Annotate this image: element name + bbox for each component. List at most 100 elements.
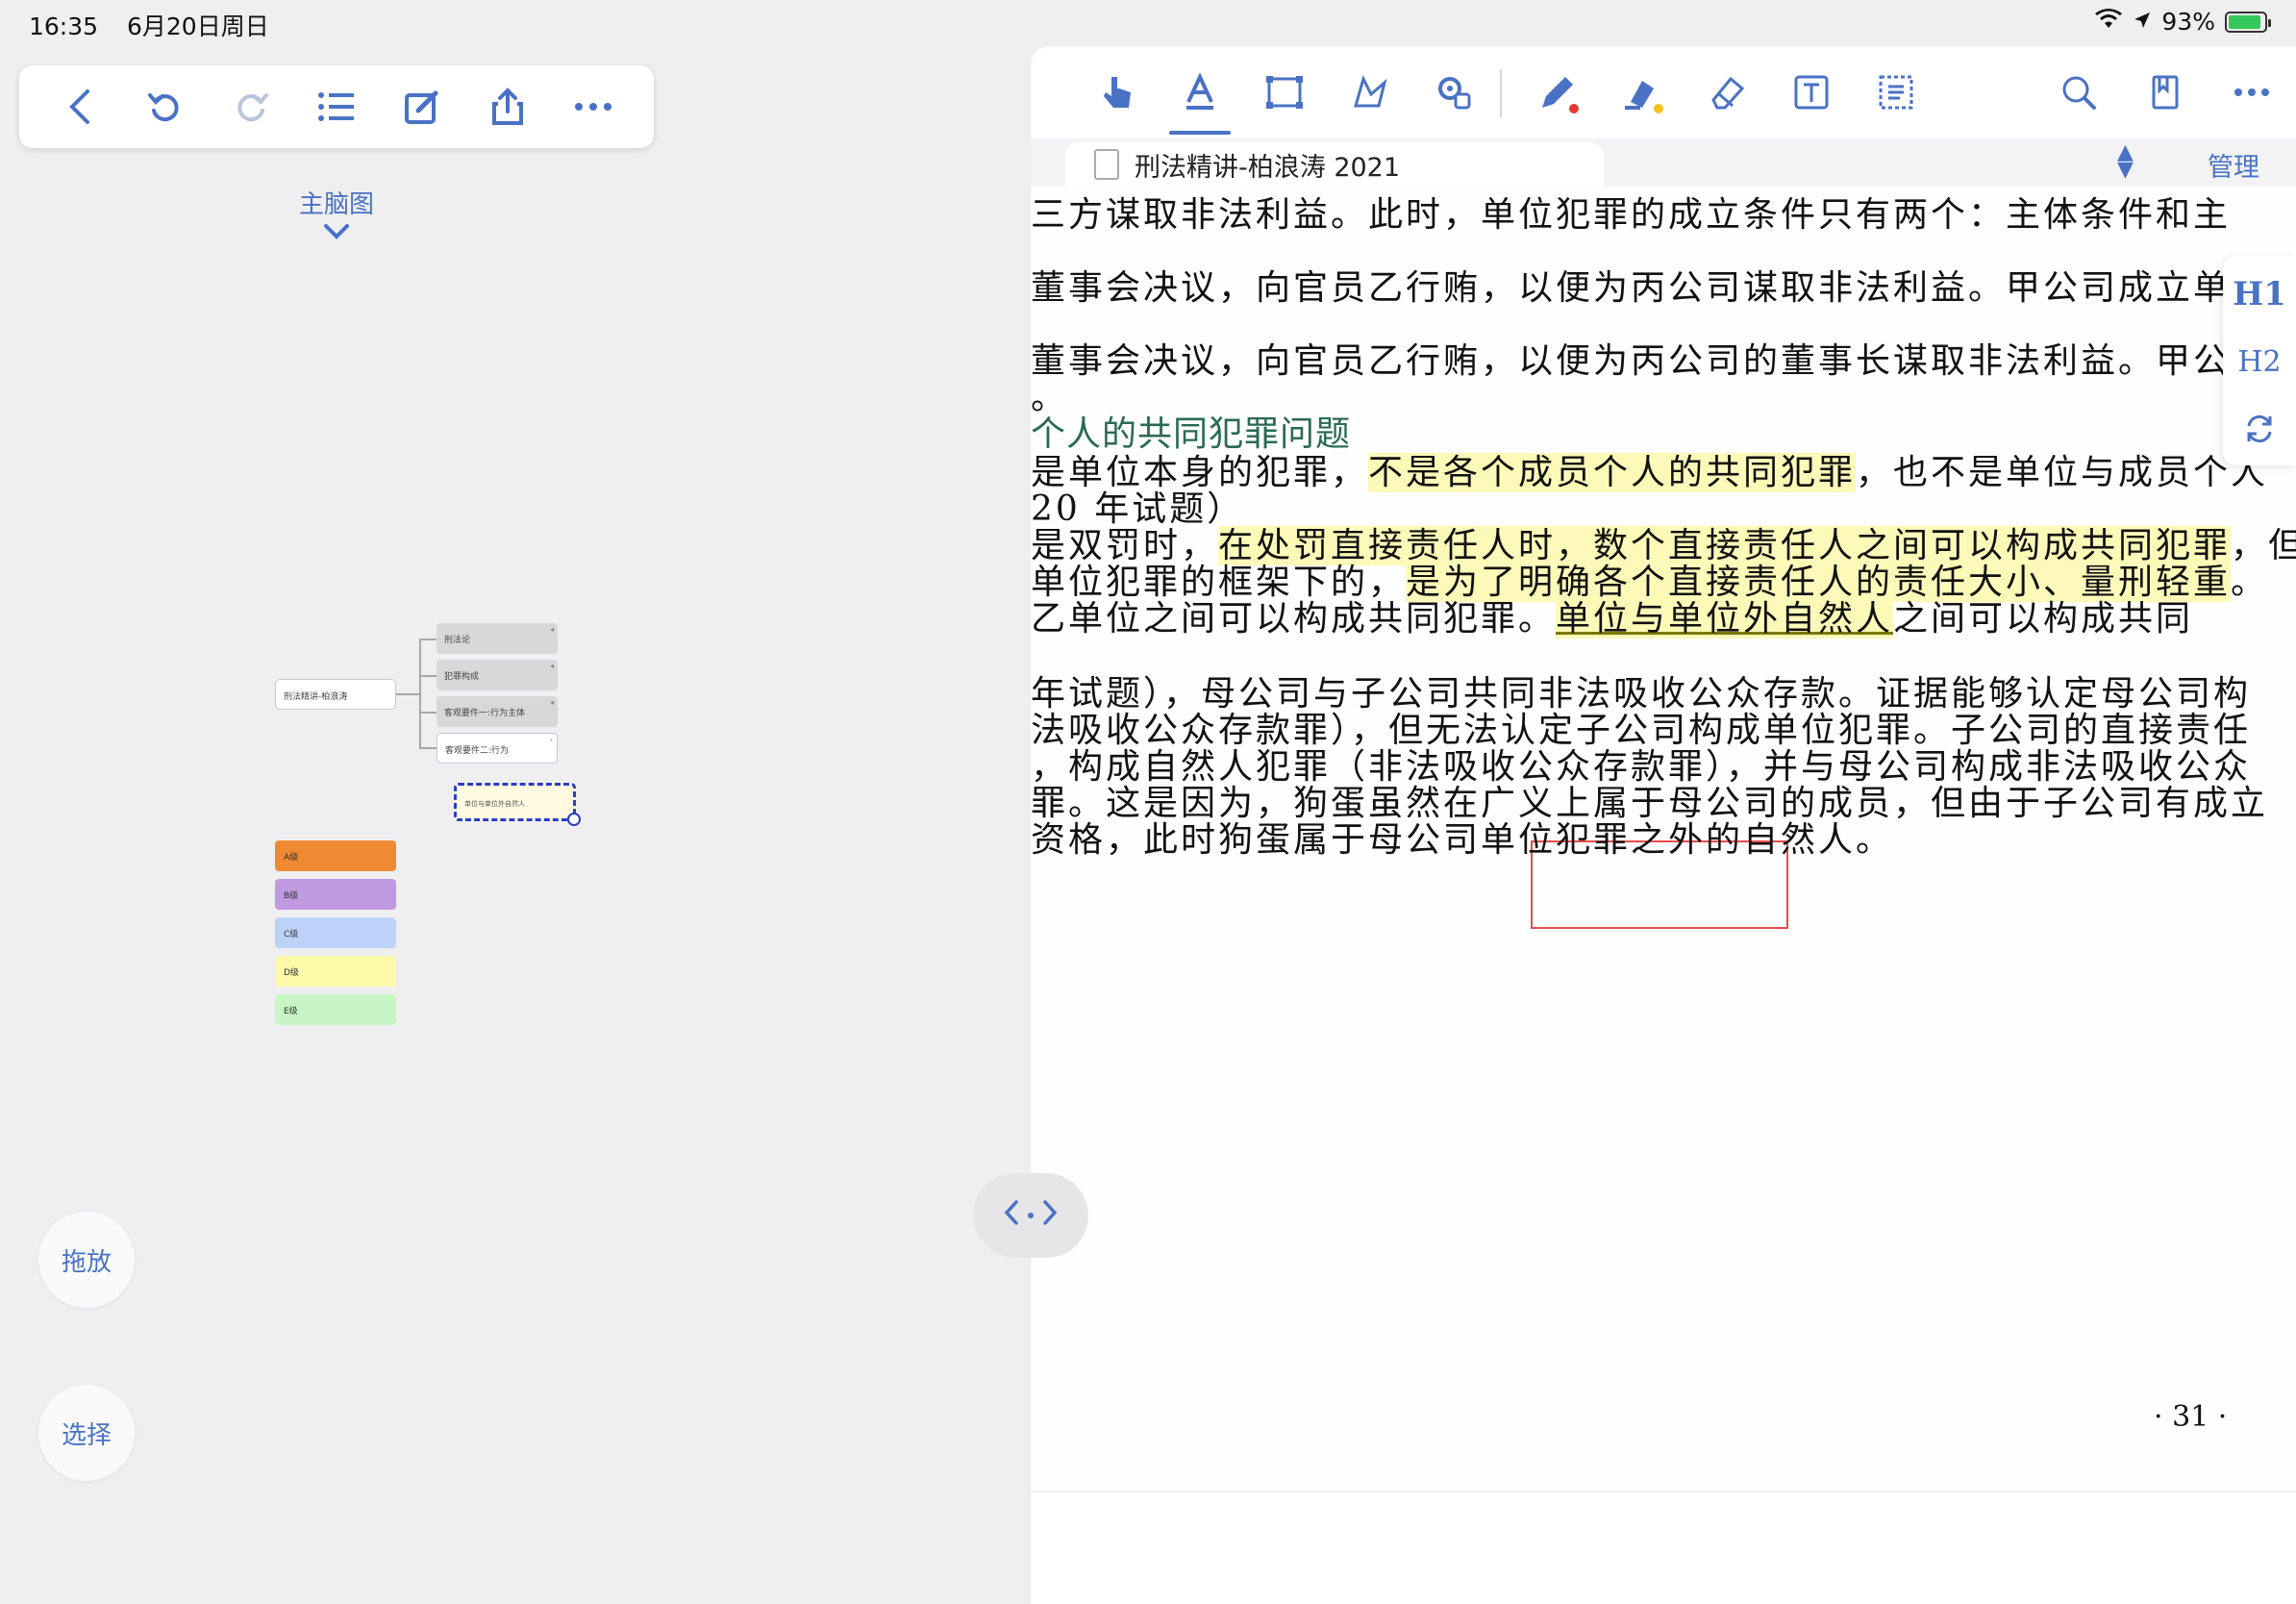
- fold-icon[interactable]: ◂: [550, 698, 554, 707]
- toolbar-separator: [1500, 69, 1502, 117]
- share-icon[interactable]: [479, 78, 537, 136]
- legend-label: E级: [284, 1007, 298, 1016]
- heading-1-button[interactable]: H1: [2223, 265, 2296, 323]
- pane-splitter[interactable]: [973, 1173, 1088, 1258]
- page-number: · 31 ·: [2154, 1400, 2228, 1434]
- legend-a[interactable]: A级: [275, 840, 396, 871]
- page-divider: [1031, 1491, 2296, 1492]
- highlighted-text: 单位与单位外自然人: [1556, 599, 1894, 639]
- connector-line: [419, 639, 437, 640]
- bookmark-icon[interactable]: [2138, 65, 2192, 119]
- branch-label: 刑法论: [444, 636, 471, 645]
- document-tab-bar: 刑法精讲-柏浪涛 2021 ▲ ▼ 管理: [1031, 138, 2296, 187]
- mindmap-toolbar: [19, 65, 654, 148]
- connector-line: [419, 747, 437, 749]
- pen-icon[interactable]: [1531, 65, 1585, 119]
- outline-list-icon[interactable]: [308, 78, 365, 136]
- connector-line: [419, 675, 437, 677]
- legend-label: A级: [284, 853, 299, 863]
- legend-label: B级: [284, 891, 299, 901]
- status-bar-left: 16:35 6月20日周日: [29, 8, 290, 42]
- document-toolbar: [1031, 46, 2296, 138]
- legend-b[interactable]: B级: [275, 879, 396, 910]
- back-chevron-icon[interactable]: [51, 78, 109, 136]
- highlighter-color-dot: [1654, 104, 1663, 113]
- settings-tool-icon[interactable]: [1427, 65, 1481, 119]
- heading-2-button[interactable]: H2: [2223, 333, 2296, 390]
- chevron-right-icon[interactable]: [1041, 1197, 1059, 1234]
- manage-button[interactable]: 管理: [2208, 146, 2259, 184]
- text-segment: 。: [2231, 563, 2269, 602]
- mindmap-title[interactable]: 主脑图: [240, 185, 433, 220]
- location-icon: [2133, 8, 2152, 36]
- mindmap-branch-node[interactable]: 客观要件二:行为 ›: [437, 733, 558, 764]
- redo-icon[interactable]: [222, 78, 280, 136]
- text-box-icon[interactable]: [1784, 65, 1838, 119]
- highlighter-icon[interactable]: [1615, 65, 1669, 119]
- mindmap-branch-node[interactable]: 刑法论 ◂: [437, 623, 558, 654]
- mindmap-root-node[interactable]: 刑法精讲-柏浪涛: [275, 679, 396, 710]
- select-mode-button[interactable]: 选择: [38, 1385, 135, 1481]
- chevron-left-icon[interactable]: [1003, 1197, 1020, 1234]
- edit-icon[interactable]: [393, 78, 451, 136]
- eraser-icon[interactable]: [1700, 65, 1754, 119]
- text-segment: 董事会决议，向官员乙行贿，以便为丙公司的董事长谋取非法利益。甲公: [1031, 341, 2232, 381]
- mindmap-new-node[interactable]: 单位与单位外自然人: [454, 783, 581, 826]
- text-segment: 董事会决议，向官员乙行贿，以便为丙公司谋取非法利益。甲公司成立单: [1031, 268, 2232, 308]
- legend-label: C级: [284, 930, 299, 940]
- battery-icon: [2225, 11, 2271, 33]
- highlighted-text: 不是各个成员个人的共同犯罪: [1368, 453, 1857, 492]
- heading-side-panel: H1 H2: [2223, 256, 2296, 465]
- pen-color-dot: [1569, 104, 1579, 113]
- text-line[interactable]: 董事会决议，向官员乙行贿，以便为丙公司谋取非法利益。甲公司成立单: [1031, 260, 2231, 310]
- document-tab[interactable]: 刑法精讲-柏浪涛 2021: [1065, 142, 1604, 187]
- more-icon[interactable]: [2225, 65, 2279, 119]
- fold-icon[interactable]: ›: [550, 736, 553, 744]
- undo-icon[interactable]: [137, 78, 194, 136]
- text-segment: ，也不是单位与成员个人: [1856, 453, 2269, 492]
- connector-line: [396, 693, 419, 695]
- document-tab-title: 刑法精讲-柏浪涛 2021: [1135, 152, 1401, 183]
- mindmap-branch-node[interactable]: 客观要件一:行为主体 ◂: [437, 696, 558, 727]
- more-icon[interactable]: [564, 78, 622, 136]
- battery-percent: 93%: [2161, 8, 2215, 36]
- status-bar-right: 93%: [2094, 8, 2271, 36]
- text-line[interactable]: 资格，此时狗蛋属于母公司单位犯罪之外的自然人。: [1031, 812, 1893, 862]
- refresh-icon[interactable]: [2223, 400, 2296, 458]
- chevron-down-icon[interactable]: [317, 219, 356, 246]
- connector-line: [419, 639, 421, 748]
- drag-mode-button[interactable]: 拖放: [38, 1212, 135, 1308]
- hand-pointer-icon[interactable]: [1090, 65, 1144, 119]
- branch-label: 客观要件二:行为: [445, 746, 510, 756]
- branch-label: 客观要件一:行为主体: [444, 709, 526, 718]
- splitter-dot: [1028, 1213, 1034, 1218]
- connector-line: [419, 712, 437, 714]
- text-segment: 之间可以构成共同: [1893, 599, 2194, 639]
- mindmap-branch-node[interactable]: 犯罪构成 ◂: [437, 660, 558, 690]
- legend-e[interactable]: E级: [275, 994, 396, 1025]
- legend-d[interactable]: D级: [275, 956, 396, 987]
- text-line[interactable]: 董事会决议，向官员乙行贿，以便为丙公司的董事长谋取非法利益。甲公: [1031, 333, 2231, 383]
- legend-c[interactable]: C级: [275, 917, 396, 948]
- battery-fill: [2229, 14, 2260, 29]
- sort-arrows-icon[interactable]: ▲ ▼: [2117, 142, 2134, 181]
- text-line[interactable]: 乙单位之间可以构成共同犯罪。单位与单位外自然人之间可以构成共同: [1031, 590, 2193, 640]
- lasso-icon[interactable]: [1342, 65, 1396, 119]
- document-pane: 刑法精讲-柏浪涛 2021 ▲ ▼ 管理 · 31 · 三方谋取非法利益。此时，单…: [1031, 46, 2296, 1604]
- text-segment: 三方谋取非法利益。此时，单位犯罪的成立条件只有两个：主体条件和主: [1031, 195, 2232, 235]
- document-page[interactable]: · 31 · 三方谋取非法利益。此时，单位犯罪的成立条件只有两个：主体条件和主董…: [1031, 187, 2296, 1494]
- text-line[interactable]: 三方谋取非法利益。此时，单位犯罪的成立条件只有两个：主体条件和主: [1031, 187, 2231, 237]
- text-select-icon[interactable]: [1169, 65, 1231, 135]
- text-segment: 乙单位之间可以构成共同犯罪。: [1031, 599, 1557, 639]
- resize-handle[interactable]: [567, 813, 581, 826]
- fold-icon[interactable]: ◂: [550, 662, 554, 670]
- ocr-select-icon[interactable]: [1869, 65, 1923, 119]
- fold-icon[interactable]: ◂: [550, 625, 554, 634]
- search-icon[interactable]: [2052, 65, 2106, 119]
- branch-label: 犯罪构成: [444, 672, 480, 682]
- new-node-label: 单位与单位外自然人: [464, 800, 525, 808]
- status-time: 16:35: [29, 13, 99, 40]
- status-date: 6月20日周日: [127, 13, 269, 40]
- rect-select-icon[interactable]: [1258, 65, 1311, 119]
- wifi-icon: [2094, 8, 2123, 36]
